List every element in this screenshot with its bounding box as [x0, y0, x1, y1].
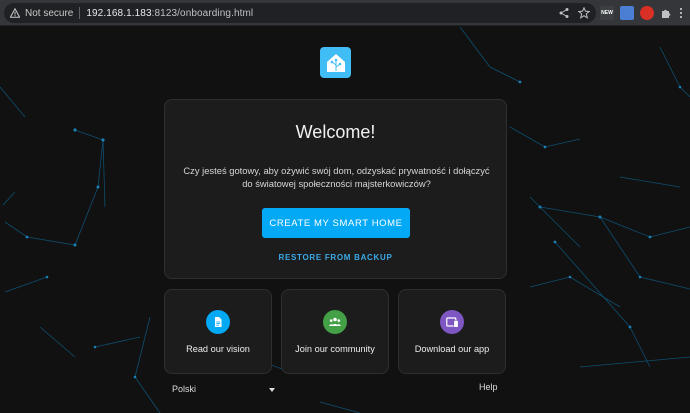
- bookmark-star-icon[interactable]: [578, 7, 590, 19]
- help-link[interactable]: Help: [479, 382, 498, 392]
- read-vision-label: Read our vision: [186, 344, 250, 354]
- address-separator: [79, 7, 81, 19]
- more-menu-icon[interactable]: [678, 7, 684, 19]
- restore-from-backup-button[interactable]: RESTORE FROM BACKUP: [165, 253, 506, 262]
- url-text[interactable]: 192.168.1.183:8123/onboarding.html: [86, 8, 253, 19]
- address-bar[interactable]: Not secure 192.168.1.183:8123/onboarding…: [4, 3, 596, 23]
- welcome-description: Czy jesteś gotowy, aby ożywić swój dom, …: [183, 165, 490, 189]
- group-icon: [323, 310, 347, 334]
- document-icon: [206, 310, 230, 334]
- new-badge-icon[interactable]: NEW: [600, 6, 614, 20]
- join-community-card[interactable]: Join our community: [281, 289, 389, 374]
- security-label: Not secure: [25, 7, 74, 19]
- omnibox-actions: [558, 7, 590, 19]
- read-vision-card[interactable]: Read our vision: [164, 289, 272, 374]
- extension-shield-icon[interactable]: [640, 6, 654, 20]
- home-icon: [326, 53, 345, 72]
- warning-icon: [10, 8, 20, 18]
- url-host: 192.168.1.183: [86, 7, 152, 19]
- create-smart-home-button[interactable]: CREATE MY SMART HOME: [262, 208, 410, 238]
- welcome-title: Welcome!: [295, 122, 376, 142]
- extension-icons: NEW: [600, 6, 684, 20]
- translate-icon[interactable]: [620, 6, 634, 20]
- join-community-label: Join our community: [295, 344, 375, 354]
- security-indicator[interactable]: Not secure: [10, 8, 73, 19]
- dropdown-caret-icon[interactable]: [269, 388, 275, 392]
- home-assistant-logo: [320, 47, 351, 78]
- browser-toolbar: Not secure 192.168.1.183:8123/onboarding…: [0, 0, 690, 26]
- download-app-label: Download our app: [414, 344, 490, 354]
- devices-icon: [440, 310, 464, 334]
- new-badge-label: NEW: [601, 10, 613, 16]
- puzzle-extensions-icon[interactable]: [660, 7, 672, 19]
- download-app-card[interactable]: Download our app: [398, 289, 506, 374]
- share-icon[interactable]: [558, 7, 570, 19]
- language-select[interactable]: Polski: [172, 384, 196, 394]
- welcome-card: Welcome! Czy jesteś gotowy, aby ożywić s…: [164, 99, 507, 279]
- url-path: :8123/onboarding.html: [151, 7, 254, 19]
